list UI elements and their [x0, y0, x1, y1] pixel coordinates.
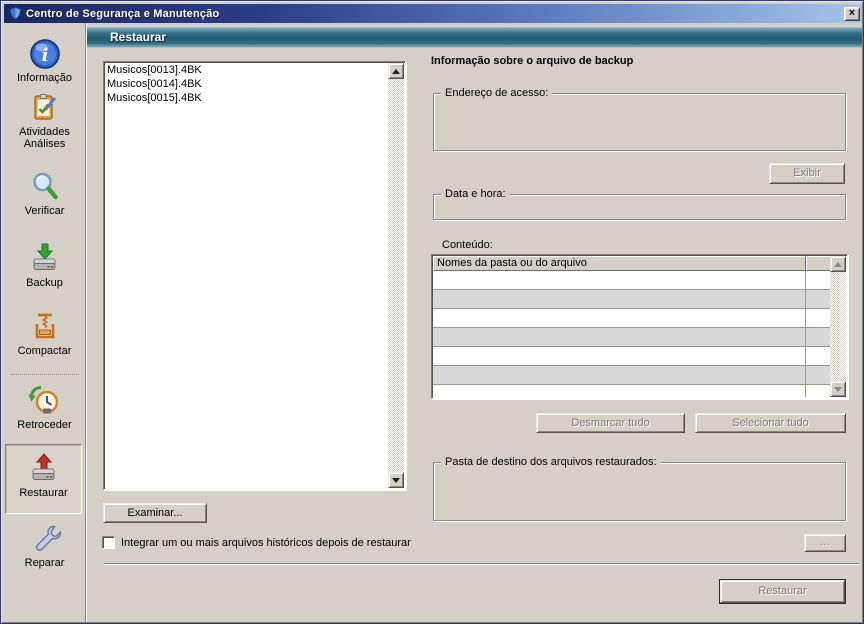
info-panel-heading: Informação sobre o arquivo de backup: [431, 55, 633, 67]
endereco-groupbox: Endereço de acesso:: [433, 93, 846, 151]
scroll-down-icon: [834, 387, 842, 392]
shield-icon: [8, 6, 23, 21]
rollback-clock-icon: [28, 384, 62, 418]
page-header: Restaurar: [87, 26, 862, 48]
bottom-separator: [104, 563, 859, 565]
table-scrollbar[interactable]: [830, 256, 846, 397]
integrate-history-checkbox-row[interactable]: Integrar um ou mais arquivos históricos …: [102, 536, 411, 549]
sidebar-item-label: Retroceder: [5, 419, 84, 431]
browse-button[interactable]: ...: [804, 534, 846, 552]
sidebar-item-label: Reparar: [5, 557, 84, 569]
sidebar-item-atividades-analises[interactable]: Atividades Análises: [5, 91, 84, 150]
app-window: Centro de Segurança e Manutenção × i Inf…: [0, 0, 864, 624]
backup-drive-icon: [28, 242, 62, 276]
table-rows: [433, 271, 831, 397]
sidebar-item-label: Backup: [5, 277, 84, 289]
table-header-narrow[interactable]: [806, 256, 831, 271]
sidebar-item-label: Informação: [5, 72, 84, 84]
content-table: Nomes da pasta ou do arquivo: [431, 254, 848, 399]
sidebar-item-backup[interactable]: Backup: [5, 242, 84, 289]
sidebar: i Informação Atividades Análises Verific…: [4, 23, 85, 622]
info-icon: i: [28, 37, 62, 71]
wrench-icon: [28, 522, 62, 556]
table-row[interactable]: [433, 309, 831, 328]
titlebar[interactable]: Centro de Segurança e Manutenção ×: [4, 4, 862, 23]
sidebar-item-compactar[interactable]: Compactar: [5, 310, 84, 357]
pasta-destino-label: Pasta de destino dos arquivos restaurado…: [441, 455, 661, 469]
table-scroll-up-button[interactable]: [830, 256, 846, 272]
examinar-button[interactable]: Examinar...: [103, 503, 207, 523]
window-title: Centro de Segurança e Manutenção: [26, 8, 844, 20]
backup-file-items: Musicos[0013].4BK Musicos[0014].4BK Musi…: [105, 63, 387, 488]
scroll-up-button[interactable]: [388, 63, 404, 79]
listbox-scrollbar[interactable]: [388, 63, 404, 488]
sidebar-item-retroceder[interactable]: Retroceder: [5, 384, 84, 431]
table-row[interactable]: [433, 366, 831, 385]
scroll-down-button[interactable]: [388, 472, 404, 488]
table-scroll-down-button[interactable]: [830, 381, 846, 397]
close-icon: ×: [849, 7, 855, 19]
checkbox-label: Integrar um ou mais arquivos históricos …: [121, 537, 411, 549]
sidebar-item-restaurar[interactable]: Restaurar: [5, 444, 82, 514]
sidebar-item-label: Compactar: [5, 345, 84, 357]
table-row[interactable]: [433, 385, 831, 397]
sidebar-item-informacao[interactable]: i Informação: [5, 37, 84, 84]
exibir-button[interactable]: Exibir: [769, 163, 845, 184]
sidebar-item-label: Restaurar: [6, 487, 81, 499]
data-hora-groupbox: Data e hora:: [433, 194, 846, 220]
sidebar-item-reparar[interactable]: Reparar: [5, 522, 84, 569]
svg-text:i: i: [41, 45, 48, 66]
conteudo-label: Conteúdo:: [442, 239, 493, 251]
scroll-up-icon: [834, 262, 842, 267]
desmarcar-tudo-button[interactable]: Desmarcar tudo: [536, 413, 685, 433]
table-row[interactable]: [433, 290, 831, 309]
activities-clipboard-icon: [28, 91, 62, 125]
backup-file-listbox[interactable]: Musicos[0013].4BK Musicos[0014].4BK Musi…: [103, 61, 406, 490]
endereco-label: Endereço de acesso:: [441, 86, 552, 100]
list-item[interactable]: Musicos[0014].4BK: [105, 77, 387, 91]
selecionar-tudo-button[interactable]: Selecionar tudo: [695, 413, 846, 433]
restaurar-button[interactable]: Restaurar: [720, 580, 845, 603]
sidebar-item-label: Verificar: [5, 205, 84, 217]
magnifier-icon: [28, 170, 62, 204]
sidebar-divider: [85, 23, 87, 622]
data-hora-label: Data e hora:: [441, 187, 510, 201]
list-item[interactable]: Musicos[0015].4BK: [105, 91, 387, 105]
sidebar-separator: [11, 374, 79, 375]
table-row[interactable]: [433, 328, 831, 347]
close-button[interactable]: ×: [844, 7, 860, 21]
table-row[interactable]: [433, 271, 831, 290]
page-title: Restaurar: [110, 30, 166, 44]
compress-icon: [28, 310, 62, 344]
scroll-up-icon: [392, 69, 400, 74]
table-row[interactable]: [433, 347, 831, 366]
sidebar-item-label: Atividades Análises: [5, 126, 84, 150]
restore-drive-icon: [27, 452, 61, 486]
pasta-destino-groupbox: Pasta de destino dos arquivos restaurado…: [433, 462, 846, 521]
list-item[interactable]: Musicos[0013].4BK: [105, 63, 387, 77]
checkbox-unchecked-icon[interactable]: [102, 536, 115, 549]
scroll-down-icon: [392, 478, 400, 483]
table-header[interactable]: Nomes da pasta ou do arquivo: [433, 256, 806, 271]
sidebar-item-verificar[interactable]: Verificar: [5, 170, 84, 217]
